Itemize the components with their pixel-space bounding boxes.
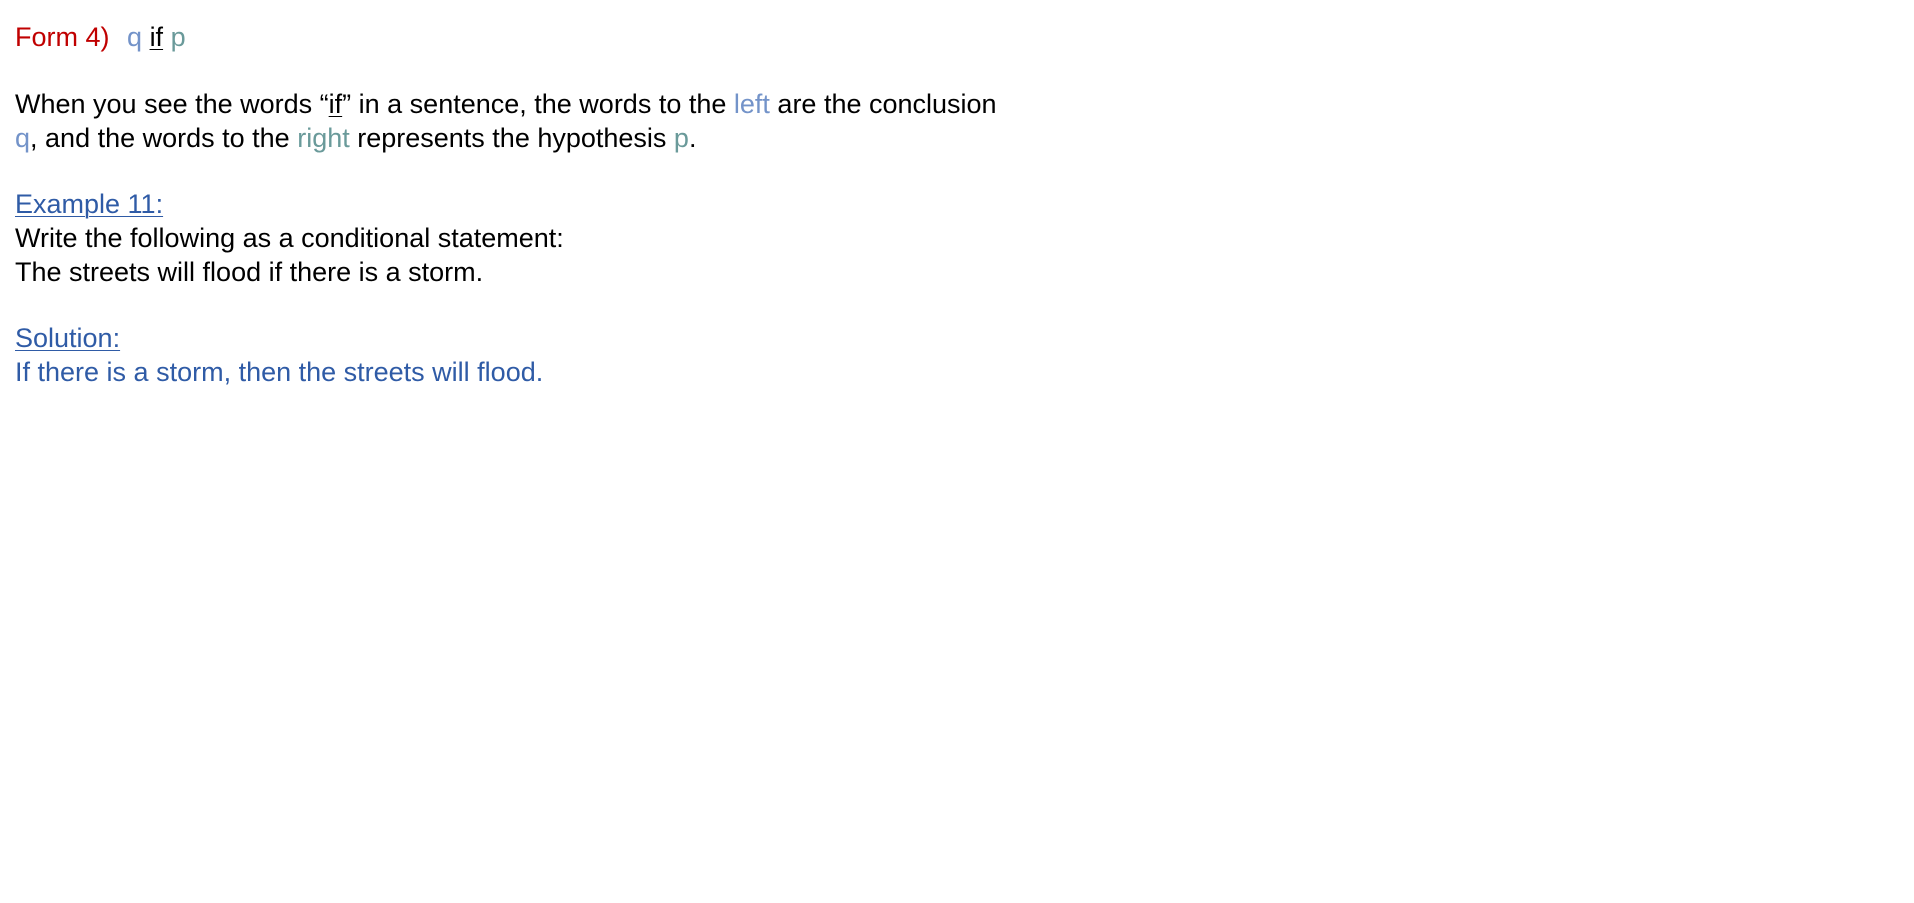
explanation-text: are the conclusion [769, 89, 997, 119]
example-heading: Example 11: [15, 189, 164, 219]
form-heading: Form 4) q if p [15, 20, 186, 54]
form-q: q [127, 22, 143, 52]
document-page: Form 4) q if p When you see the words “i… [0, 0, 1914, 903]
form-if: if [149, 22, 164, 52]
explanation-left: left [733, 89, 770, 119]
explanation-if: if [328, 89, 343, 119]
solution-heading: Solution: [15, 323, 121, 353]
explanation-q: q [15, 123, 31, 153]
solution-answer: If there is a storm, then the streets wi… [15, 357, 544, 387]
explanation-text: , and the words to the [30, 123, 298, 153]
explanation-right: right [297, 123, 350, 153]
explanation-text: . [688, 123, 697, 153]
example-prompt: Write the following as a conditional sta… [15, 223, 564, 253]
explanation-p: p [673, 123, 689, 153]
explanation-line-1: When you see the words “if” in a sentenc… [15, 87, 997, 121]
example-statement: The streets will flood if there is a sto… [15, 257, 484, 287]
form-p: p [170, 22, 186, 52]
explanation-text: represents the hypothesis [349, 123, 674, 153]
explanation-line-2: q, and the words to the right represents… [15, 121, 696, 155]
form-label: Form 4) [15, 22, 110, 52]
explanation-text: When you see the words “ [15, 89, 329, 119]
explanation-text: ” in a sentence, the words to the [342, 89, 734, 119]
